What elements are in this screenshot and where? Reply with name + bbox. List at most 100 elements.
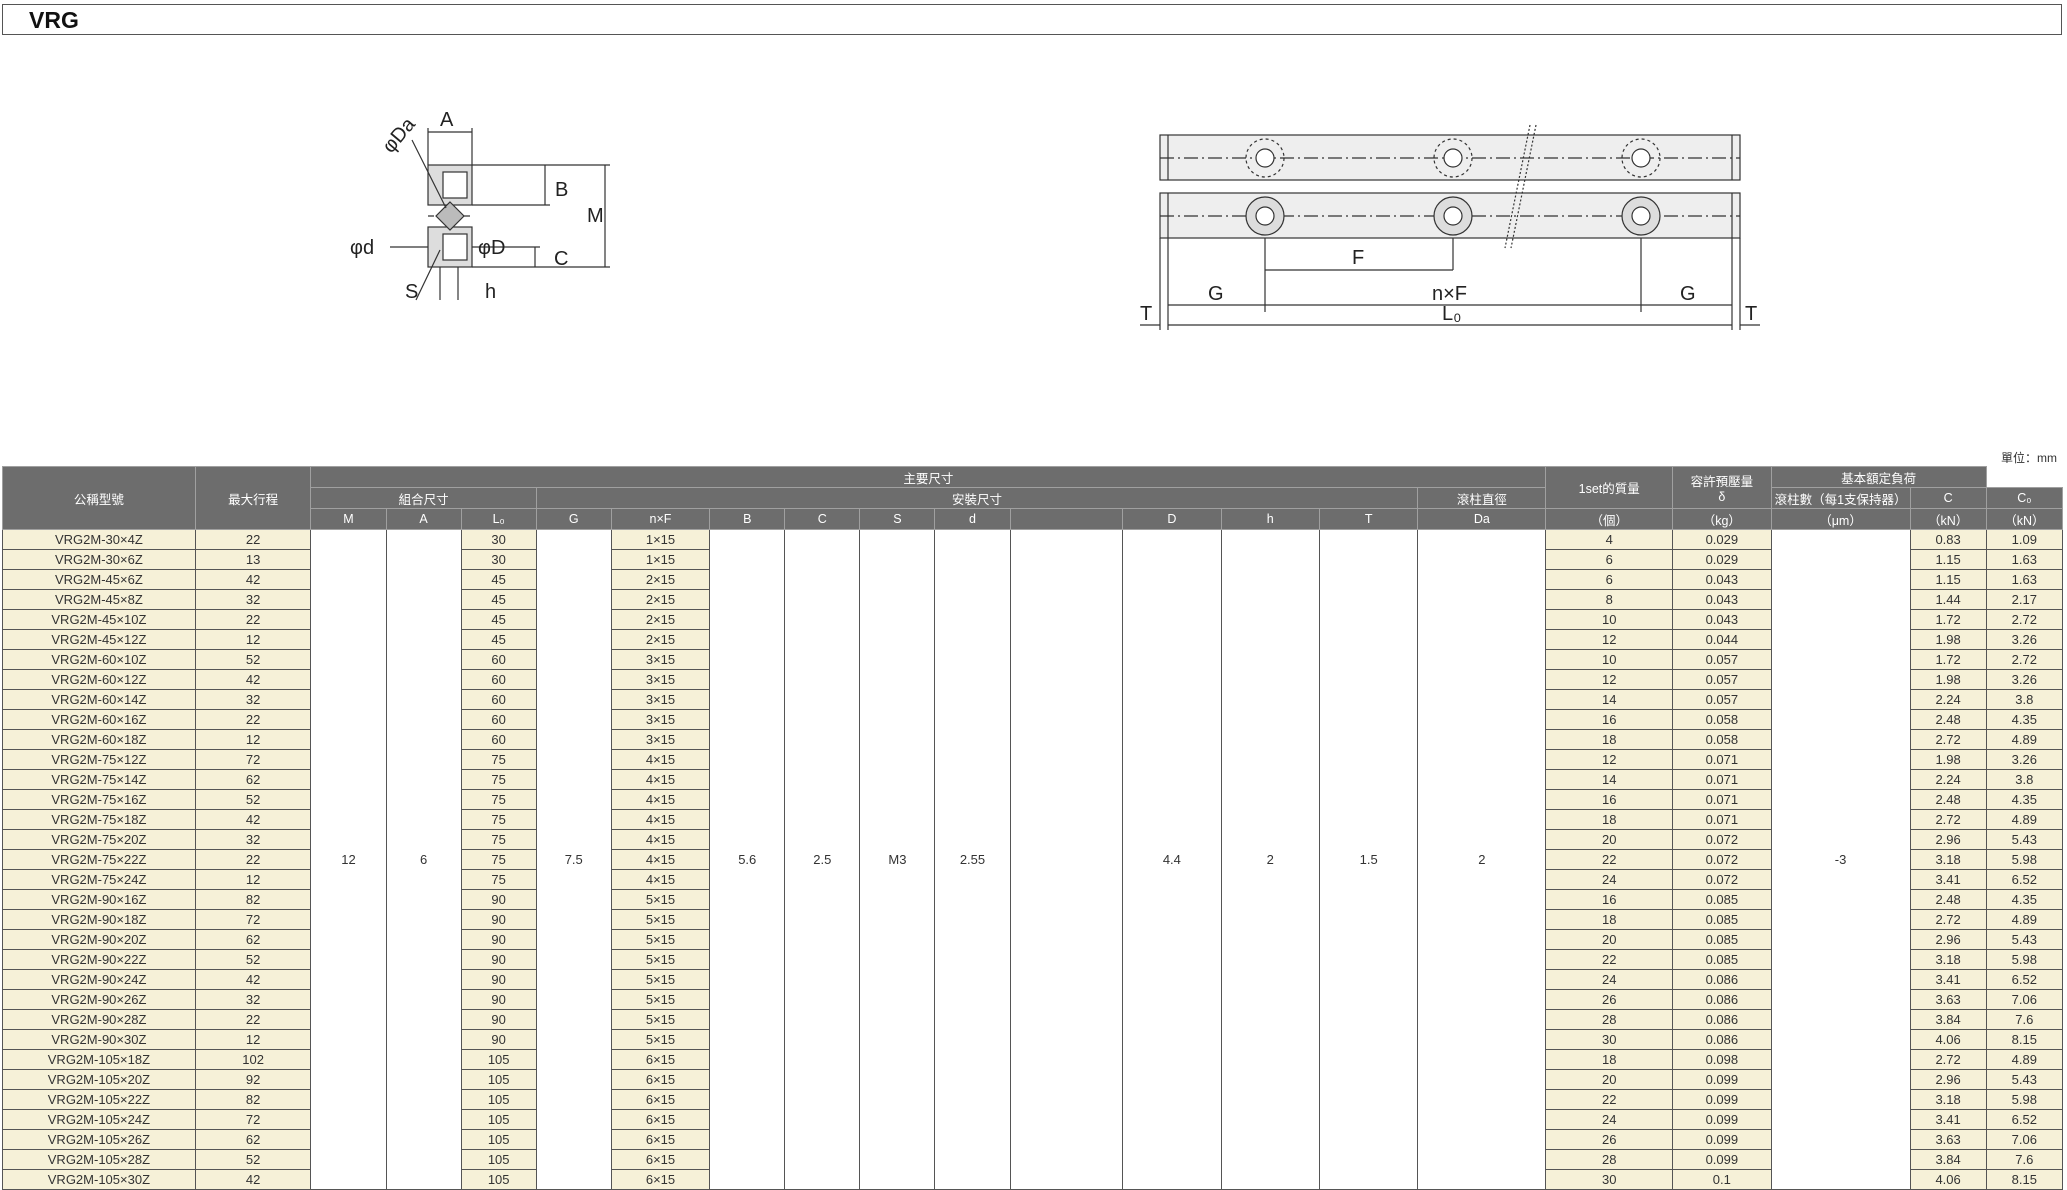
cell-stroke: 52 — [194, 949, 312, 970]
cell-mass: 0.086 — [1672, 989, 1772, 1010]
cell-roller-count: 14 — [1545, 689, 1674, 710]
cell-L0: 90 — [460, 1029, 537, 1050]
dim-nF-label: n×F — [1432, 283, 1467, 305]
cell-M: 12 — [310, 529, 387, 1190]
cell-stroke: 22 — [194, 1009, 312, 1030]
cell-B: 5.6 — [709, 529, 786, 1190]
cell-mass: 0.057 — [1672, 649, 1772, 670]
dim-h-label: h — [485, 281, 496, 303]
cell-mass: 0.058 — [1672, 729, 1772, 750]
cell-L0: 60 — [460, 709, 537, 730]
cell-stroke: 82 — [194, 889, 312, 910]
cell-nF: 5×15 — [610, 1029, 711, 1050]
cell-mass: 0.058 — [1672, 709, 1772, 730]
header-col-blank — [1009, 508, 1124, 530]
cell-roller-count: 28 — [1545, 1009, 1674, 1030]
cell-load-C: 2.96 — [1909, 929, 1987, 950]
cell-stroke: 52 — [194, 1149, 312, 1170]
cell-L0: 90 — [460, 969, 537, 990]
cell-nF: 2×15 — [610, 629, 711, 650]
cell-nF: 6×15 — [610, 1049, 711, 1070]
cell-mass: 0.072 — [1672, 829, 1772, 850]
cell-load-C0: 3.26 — [1985, 629, 2064, 650]
cell-L0: 60 — [460, 729, 537, 750]
cell-roller-count: 26 — [1545, 1129, 1674, 1150]
cell-L0: 45 — [460, 609, 537, 630]
cell-L0: 105 — [460, 1049, 537, 1070]
cell-roller-count: 18 — [1545, 809, 1674, 830]
cell-model: VRG2M-75×16Z — [2, 789, 196, 810]
header-C0: C₀ — [1985, 487, 2064, 509]
cell-nF: 4×15 — [610, 869, 711, 890]
page-title-bar: VRG — [2, 4, 2062, 35]
cell-nF: 4×15 — [610, 809, 711, 830]
cell-stroke: 62 — [194, 929, 312, 950]
header-col-D: D — [1122, 508, 1222, 530]
header-combo-dims: 組合尺寸 — [310, 487, 537, 509]
cell-h: 2 — [1220, 529, 1320, 1190]
dim-B-label: B — [555, 179, 568, 201]
cell-Da: 2 — [1417, 529, 1547, 1190]
cell-load-C: 3.18 — [1909, 949, 1987, 970]
cell-stroke: 82 — [194, 1089, 312, 1110]
cell-nF: 4×15 — [610, 749, 711, 770]
cell-load-C: 3.18 — [1909, 849, 1987, 870]
cell-load-C: 3.41 — [1909, 869, 1987, 890]
cell-S: M3 — [859, 529, 936, 1190]
cell-mass: 0.057 — [1672, 669, 1772, 690]
cell-load-C0: 4.89 — [1985, 729, 2064, 750]
cell-nF: 4×15 — [610, 849, 711, 870]
cell-L0: 30 — [460, 529, 537, 550]
cell-roller-count: 12 — [1545, 749, 1674, 770]
cell-mass: 0.071 — [1672, 789, 1772, 810]
cell-nF: 4×15 — [610, 769, 711, 790]
cell-load-C0: 2.72 — [1985, 609, 2064, 630]
cell-nF: 5×15 — [610, 949, 711, 970]
cell-mass: 0.057 — [1672, 689, 1772, 710]
cell-roller-count: 8 — [1545, 589, 1674, 610]
cell-stroke: 22 — [194, 529, 312, 550]
cell-load-C: 2.72 — [1909, 909, 1987, 930]
cell-stroke: 72 — [194, 909, 312, 930]
cell-model: VRG2M-90×16Z — [2, 889, 196, 910]
cell-roller-count: 6 — [1545, 549, 1674, 570]
cell-stroke: 22 — [194, 709, 312, 730]
cell-load-C0: 6.52 — [1985, 869, 2064, 890]
cell-model: VRG2M-45×10Z — [2, 609, 196, 630]
dim-M-label: M — [587, 205, 604, 227]
page-title: VRG — [29, 7, 79, 33]
cell-nF: 5×15 — [610, 989, 711, 1010]
cell-load-C0: 4.89 — [1985, 809, 2064, 830]
cell-load-C: 1.98 — [1909, 629, 1987, 650]
cell-load-C: 2.48 — [1909, 709, 1987, 730]
cell-model: VRG2M-75×14Z — [2, 769, 196, 790]
cell-mass: 0.071 — [1672, 769, 1772, 790]
cell-load-C: 0.83 — [1909, 529, 1987, 550]
header-col-S: S — [859, 508, 936, 530]
cell-roller-count: 28 — [1545, 1149, 1674, 1170]
cell-mass: 0.071 — [1672, 749, 1772, 770]
cell-mass: 0.099 — [1672, 1149, 1772, 1170]
cell-L0: 105 — [460, 1069, 537, 1090]
header-preload-unit: （μm） — [1770, 508, 1911, 530]
cell-L0: 75 — [460, 809, 537, 830]
cell-roller-count: 18 — [1545, 729, 1674, 750]
cell-roller-count: 24 — [1545, 969, 1674, 990]
cell-mass: 0.044 — [1672, 629, 1772, 650]
cell-load-C0: 7.6 — [1985, 1149, 2064, 1170]
cell-load-C0: 5.98 — [1985, 1089, 2064, 1110]
cell-load-C0: 5.98 — [1985, 949, 2064, 970]
cell-load-C0: 4.89 — [1985, 909, 2064, 930]
cell-load-C: 1.98 — [1909, 669, 1987, 690]
cell-mass: 0.071 — [1672, 809, 1772, 830]
cell-L0: 45 — [460, 589, 537, 610]
cell-roller-count: 16 — [1545, 709, 1674, 730]
cell-stroke: 32 — [194, 989, 312, 1010]
cell-roller-count: 18 — [1545, 909, 1674, 930]
dim-G-left-label: G — [1208, 283, 1224, 305]
dim-T-left-label: T — [1140, 303, 1152, 325]
cell-blank — [1009, 529, 1124, 1190]
cell-L0: 75 — [460, 869, 537, 890]
cell-stroke: 12 — [194, 869, 312, 890]
cell-load-C0: 8.15 — [1985, 1029, 2064, 1050]
